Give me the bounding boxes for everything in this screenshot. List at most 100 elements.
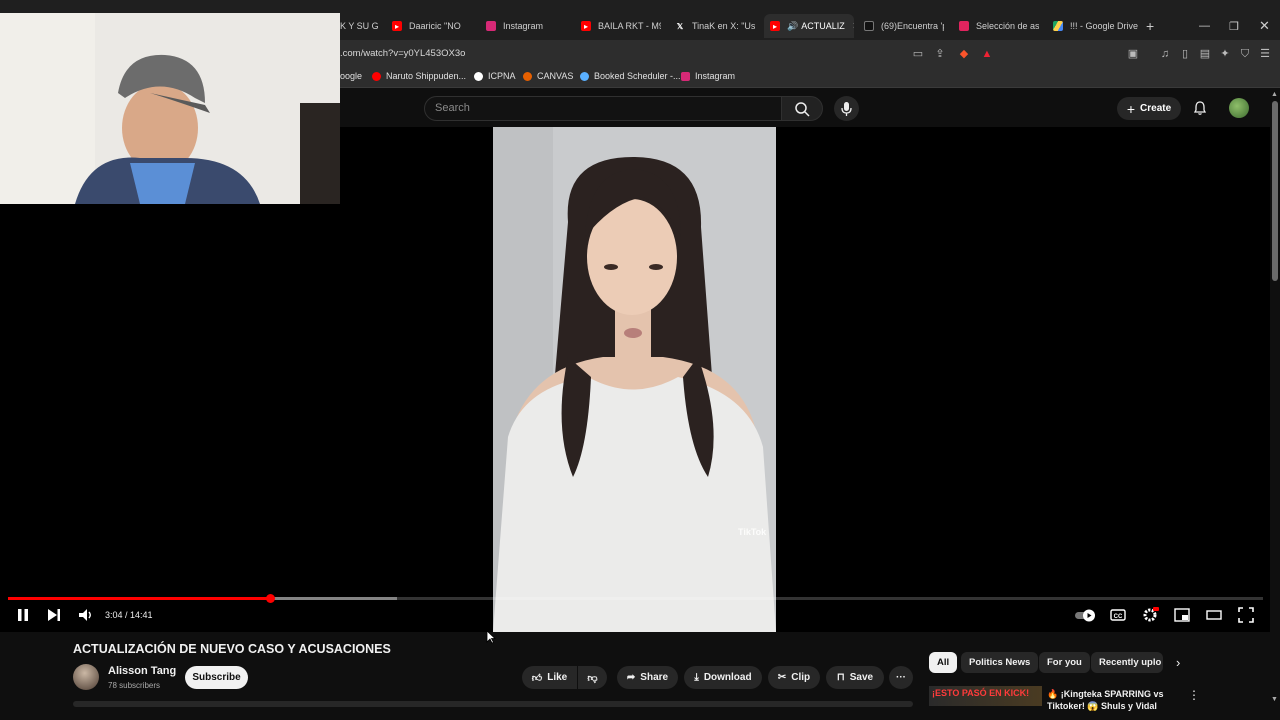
recommendation-title[interactable]: 🔥 ¡Kingteka SPARRING vs Tiktoker! 😱 Shul…: [1047, 688, 1177, 712]
close-window-icon[interactable]: ✕: [1259, 18, 1270, 34]
description-box[interactable]: [73, 701, 913, 707]
next-button[interactable]: [45, 606, 63, 624]
app-icon: [959, 21, 969, 31]
channel-name[interactable]: Alisson Tang: [108, 665, 176, 677]
fullscreen-button[interactable]: [1237, 606, 1255, 624]
next-icon: [48, 609, 60, 621]
like-label: Like: [547, 672, 568, 683]
save-button[interactable]: ⊓ Save: [826, 666, 884, 689]
video-frame[interactable]: TikTok: [493, 127, 776, 632]
bookmark-google[interactable]: oogle: [340, 71, 362, 81]
share-icon[interactable]: ⇪: [933, 47, 947, 61]
close-tab-icon[interactable]: ×: [853, 20, 854, 32]
wallet-icon[interactable]: ▤: [1198, 47, 1212, 61]
subscriber-count: 78 subscribers: [108, 681, 161, 690]
tab-2[interactable]: ▸ Daaricic "NO: [392, 14, 472, 38]
search-button[interactable]: [781, 96, 823, 121]
theater-icon: [1206, 610, 1222, 620]
more-actions-button[interactable]: ···: [889, 666, 913, 689]
create-label: Create: [1140, 103, 1172, 114]
like-button[interactable]: 👍︎ Like: [522, 666, 577, 689]
media-icon[interactable]: ♫: [1158, 47, 1172, 61]
tab-label: Daaricic "NO: [409, 21, 461, 31]
settings-button[interactable]: [1141, 606, 1159, 624]
subscribe-button[interactable]: Subscribe: [185, 666, 248, 689]
more-vertical-icon[interactable]: ⋮: [1188, 688, 1200, 702]
volume-button[interactable]: [77, 606, 95, 624]
autoplay-icon: [1075, 609, 1095, 622]
bookmark-label: Naruto Shippuden...: [386, 71, 467, 81]
progress-played: [8, 597, 271, 600]
share-button[interactable]: ➦ Share: [617, 666, 678, 689]
instagram-icon: [681, 71, 690, 81]
tab-label: BAILA RKT - M96: [598, 21, 661, 31]
tab-8[interactable]: Selección de asie: [959, 14, 1039, 38]
chip-all[interactable]: All: [929, 652, 958, 673]
clip-button[interactable]: ✂ Clip: [768, 666, 820, 689]
panel-icon[interactable]: ▯: [1178, 47, 1192, 61]
tab-4[interactable]: ▸ BAILA RKT - M96: [581, 14, 661, 38]
speaker-icon: 🔊: [787, 20, 799, 31]
bookmark-label: oogle: [340, 71, 363, 81]
bookmark-naruto[interactable]: Naruto Shippuden...: [372, 71, 466, 81]
thumbnail-text: ¡ESTO PASÓ EN KICK!: [932, 688, 1030, 698]
channel-avatar[interactable]: [73, 664, 99, 690]
address-bar[interactable]: .com/watch?v=y0YL453OX3o: [340, 48, 465, 59]
pause-button[interactable]: [14, 606, 32, 624]
cast-icon[interactable]: ▭: [911, 47, 925, 61]
mouse-cursor-icon: [486, 630, 496, 644]
vpn-icon[interactable]: ⛉: [1238, 47, 1252, 61]
google-drive-icon: [1053, 21, 1063, 31]
download-button[interactable]: ⤓ Download: [684, 666, 762, 689]
chip-politics-news[interactable]: Politics News: [961, 652, 1039, 673]
tab-7[interactable]: (69)Encuentra 'pi: [864, 14, 944, 38]
clip-label: Clip: [791, 672, 811, 683]
progress-scrubber[interactable]: [265, 594, 275, 603]
brave-rewards-icon[interactable]: ▲: [980, 47, 994, 61]
bookmark-instagram[interactable]: Instagram: [681, 71, 735, 81]
menu-icon[interactable]: ☰: [1258, 47, 1272, 61]
tab-active[interactable]: ▸ 🔊 ACTUALIZ ×: [764, 14, 854, 38]
bookmark-label: Booked Scheduler -...: [594, 71, 681, 81]
bookmark-icpna[interactable]: ICPNA: [474, 71, 516, 81]
recommendation-thumbnail[interactable]: ¡ESTO PASÓ EN KICK!: [929, 686, 1042, 706]
webcam-person-image: [0, 13, 340, 204]
tab-1[interactable]: K Y SU G: [340, 14, 380, 38]
restore-icon[interactable]: ❐: [1229, 20, 1239, 33]
autoplay-toggle[interactable]: [1074, 606, 1096, 624]
tab-label: Instagram: [503, 21, 544, 31]
search-input[interactable]: Search: [424, 96, 782, 121]
tab-label: (69)Encuentra 'pi: [881, 21, 944, 31]
scroll-up-icon[interactable]: ▲: [1271, 91, 1278, 98]
instagram-icon: [486, 21, 496, 31]
minimize-icon[interactable]: —: [1199, 20, 1210, 32]
chip-recently-uploaded[interactable]: Recently uplo: [1091, 652, 1163, 673]
create-button[interactable]: + Create: [1117, 97, 1181, 120]
tab-9[interactable]: !!! - Google Drive: [1053, 14, 1138, 38]
tab-5[interactable]: 𝕏 TinaK en X: "Usa: [675, 14, 755, 38]
new-tab-button[interactable]: +: [1146, 18, 1154, 34]
scroll-down-icon[interactable]: ▼: [1271, 696, 1278, 703]
chevron-right-icon[interactable]: ›: [1176, 655, 1180, 670]
save-label: Save: [849, 672, 874, 683]
subtitles-button[interactable]: CC: [1109, 606, 1127, 624]
leo-ai-icon[interactable]: ✦: [1218, 47, 1232, 61]
scrollbar-thumb[interactable]: [1272, 101, 1278, 281]
tiktok-watermark: TikTok: [738, 527, 767, 537]
tab-3[interactable]: Instagram: [486, 14, 566, 38]
account-avatar[interactable]: [1229, 98, 1249, 118]
sidebar-icon[interactable]: ▣: [1126, 47, 1140, 61]
bookmark-canvas[interactable]: CANVAS: [523, 71, 573, 81]
miniplayer-button[interactable]: [1173, 606, 1191, 624]
notifications-icon[interactable]: [1192, 100, 1208, 116]
bookmark-booked-scheduler[interactable]: Booked Scheduler -...: [580, 71, 681, 81]
tab-label: Selección de asie: [976, 21, 1039, 31]
dislike-button[interactable]: 👎︎: [578, 666, 607, 689]
brave-shield-icon[interactable]: ◆: [957, 47, 971, 61]
canvas-icon: [523, 71, 532, 81]
miniplayer-icon: [1174, 608, 1190, 622]
theater-mode-button[interactable]: [1205, 606, 1223, 624]
plus-icon: +: [1126, 100, 1136, 117]
chip-for-you[interactable]: For you: [1039, 652, 1090, 673]
voice-search-button[interactable]: [834, 96, 859, 121]
